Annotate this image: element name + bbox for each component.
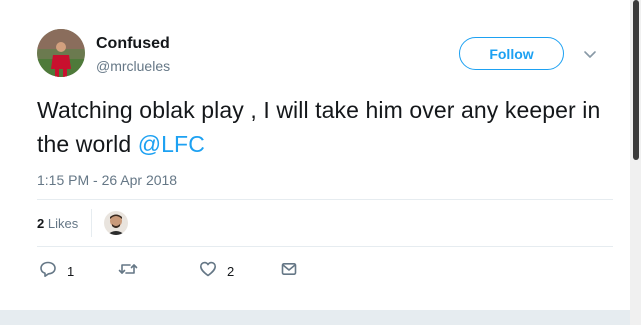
- liker-avatar[interactable]: [104, 211, 128, 235]
- divider: [37, 199, 613, 200]
- envelope-icon: [280, 260, 298, 283]
- tweet-body: Watching oblak play , I will take him ov…: [37, 97, 601, 157]
- reply-count: 1: [67, 263, 75, 279]
- retweet-icon: [118, 260, 138, 283]
- stat-separator: [91, 209, 92, 237]
- tweet-text: Watching oblak play , I will take him ov…: [37, 93, 617, 161]
- user-avatar[interactable]: [37, 29, 85, 77]
- chevron-down-icon[interactable]: [582, 46, 598, 62]
- likes-label: Likes: [44, 216, 79, 231]
- reply-button[interactable]: 1: [39, 260, 75, 283]
- reply-icon: [39, 260, 57, 283]
- likes-stat[interactable]: 2 Likes: [37, 216, 78, 231]
- user-handle[interactable]: @mrclueles: [96, 58, 170, 74]
- timeline-background: [0, 310, 630, 325]
- scrollbar-thumb[interactable]: [633, 0, 639, 160]
- divider: [37, 246, 613, 247]
- user-display-name[interactable]: Confused: [96, 35, 170, 53]
- heart-icon: [199, 260, 217, 283]
- retweet-button[interactable]: [118, 262, 148, 280]
- like-button[interactable]: 2: [199, 260, 235, 283]
- like-count: 2: [227, 263, 235, 279]
- scrollbar[interactable]: [630, 0, 641, 325]
- mention-link[interactable]: @LFC: [138, 131, 205, 157]
- tweet-card: Confused @mrclueles Follow Watching obla…: [0, 0, 630, 310]
- follow-button[interactable]: Follow: [459, 37, 564, 70]
- direct-message-button[interactable]: [280, 262, 298, 280]
- tweet-timestamp[interactable]: 1:15 PM - 26 Apr 2018: [37, 172, 177, 188]
